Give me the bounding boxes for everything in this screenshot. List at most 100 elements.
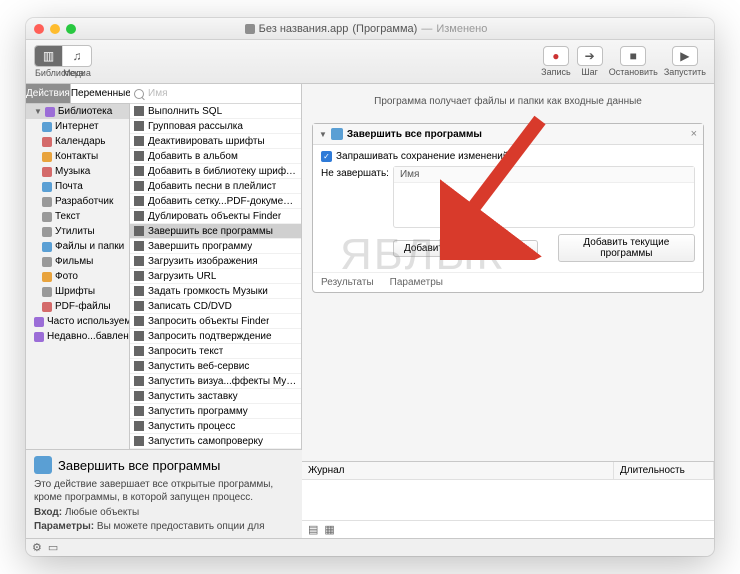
document-type: (Программа) xyxy=(352,23,417,35)
search-icon xyxy=(134,89,144,99)
automator-window: Без названия.app (Программа) — Изменено … xyxy=(26,18,714,556)
action-item[interactable]: Запросить текст xyxy=(130,344,301,359)
action-item[interactable]: Выполнить SQL xyxy=(130,104,301,119)
library-category[interactable]: Музыка xyxy=(26,164,129,179)
exclude-apps-table[interactable]: Имя xyxy=(393,166,695,228)
description-panel: Завершить все программы Это действие зав… xyxy=(26,449,302,538)
action-item[interactable]: Запустить самопроверку xyxy=(130,434,301,449)
record-button[interactable]: ● xyxy=(543,46,569,66)
library-category[interactable]: Фильмы xyxy=(26,254,129,269)
action-item[interactable]: Добавить в библиотеку шрифтов xyxy=(130,164,301,179)
library-category[interactable]: Интернет xyxy=(26,119,129,134)
media-view-button[interactable]: ♫ xyxy=(63,46,91,66)
log-panel: Журнал Длительность ▤ ▦ xyxy=(302,461,714,538)
action-item[interactable]: Запустить процесс xyxy=(130,419,301,434)
library-category[interactable]: Календарь xyxy=(26,134,129,149)
close-window-button[interactable] xyxy=(34,24,44,34)
action-icon xyxy=(134,241,144,251)
library-category[interactable]: Утилиты xyxy=(26,224,129,239)
search-input[interactable]: Имя xyxy=(148,88,167,99)
library-root[interactable]: ▼Библиотека xyxy=(26,104,129,119)
library-category[interactable]: Текст xyxy=(26,209,129,224)
stop-button[interactable]: ■ xyxy=(620,46,646,66)
library-category[interactable]: Файлы и папки xyxy=(26,239,129,254)
zoom-window-button[interactable] xyxy=(66,24,76,34)
action-icon xyxy=(134,196,144,206)
add-button[interactable]: Добавить... xyxy=(393,240,468,257)
action-icon xyxy=(134,406,144,416)
log-col-duration: Длительность xyxy=(614,462,714,479)
action-item[interactable]: Добавить в альбом xyxy=(130,149,301,164)
action-icon xyxy=(134,331,144,341)
action-icon xyxy=(134,316,144,326)
tab-parameters[interactable]: Параметры xyxy=(390,277,443,288)
add-current-apps-button[interactable]: Добавить текущие программы xyxy=(558,234,695,262)
log-col-journal: Журнал xyxy=(302,462,614,479)
log-view-icon[interactable]: ▦ xyxy=(324,523,334,536)
document-name: Без названия.app xyxy=(259,23,349,35)
library-category[interactable]: Фото xyxy=(26,269,129,284)
action-item[interactable]: Добавить сетку...PDF-документам xyxy=(130,194,301,209)
action-icon xyxy=(134,226,144,236)
workflow-input-info: Программа получает файлы и папки как вхо… xyxy=(302,84,714,119)
action-card-title: Завершить все программы xyxy=(347,129,687,140)
document-status: Изменено xyxy=(436,23,487,35)
smart-folder-recent-used[interactable]: Часто используемые xyxy=(26,314,129,329)
action-icon xyxy=(134,391,144,401)
action-item[interactable]: Запустить программу xyxy=(130,404,301,419)
action-item[interactable]: Задать громкость Музыки xyxy=(130,284,301,299)
action-item[interactable]: Записать CD/DVD xyxy=(130,299,301,314)
table-header-name: Имя xyxy=(394,167,694,183)
action-item[interactable]: Запустить визуа...ффекты Музыки xyxy=(130,374,301,389)
action-card-quit-all: ▼ Завершить все программы × ✓ Запрашиват… xyxy=(312,123,704,293)
library-category[interactable]: Разработчик xyxy=(26,194,129,209)
description-text: Это действие завершает все открытые прог… xyxy=(34,478,294,504)
action-item[interactable]: Добавить песни в плейлист xyxy=(130,179,301,194)
action-item[interactable]: Запросить подтверждение xyxy=(130,329,301,344)
remove-action-button[interactable]: × xyxy=(691,128,697,140)
action-icon xyxy=(134,301,144,311)
library-category[interactable]: Почта xyxy=(26,179,129,194)
action-icon xyxy=(134,151,144,161)
toolbar-label: Библиотека xyxy=(35,68,63,78)
run-button[interactable]: ▶ xyxy=(672,46,698,66)
minimize-window-button[interactable] xyxy=(50,24,60,34)
action-icon xyxy=(134,121,144,131)
action-icon xyxy=(134,166,144,176)
action-icon xyxy=(134,346,144,356)
action-icon xyxy=(134,181,144,191)
action-item[interactable]: Запросить объекты Finder xyxy=(130,314,301,329)
step-button[interactable]: ➔ xyxy=(577,46,603,66)
action-item[interactable]: Загрузить URL xyxy=(130,269,301,284)
action-item[interactable]: Групповая рассылка xyxy=(130,119,301,134)
dont-quit-label: Не завершать: xyxy=(321,166,389,179)
ask-save-checkbox[interactable]: ✓ xyxy=(321,151,332,162)
library-view-button[interactable]: ▥ xyxy=(35,46,63,66)
action-item[interactable]: Запустить веб-сервис xyxy=(130,359,301,374)
action-icon xyxy=(134,286,144,296)
library-category[interactable]: Контакты xyxy=(26,149,129,164)
gear-icon[interactable]: ⚙ xyxy=(32,541,42,554)
action-item[interactable]: Загрузить изображения xyxy=(130,254,301,269)
log-view-icon[interactable]: ▤ xyxy=(308,523,318,536)
action-item[interactable]: Деактивировать шрифты xyxy=(130,134,301,149)
delete-button[interactable]: Удалить xyxy=(478,240,538,257)
tab-actions[interactable]: Действия xyxy=(26,84,71,104)
panel-toggle-icon[interactable]: ▭ xyxy=(48,541,58,554)
action-icon xyxy=(331,128,343,140)
action-item[interactable]: Дублировать объекты Finder xyxy=(130,209,301,224)
library-category[interactable]: PDF-файлы xyxy=(26,299,129,314)
tab-results[interactable]: Результаты xyxy=(321,277,374,288)
disclosure-triangle-icon[interactable]: ▼ xyxy=(319,130,327,139)
toolbar: ▥ ♫ Библиотека Медиа ●Запись ➔Шаг ■Остан… xyxy=(26,40,714,84)
library-category[interactable]: Шрифты xyxy=(26,284,129,299)
action-item[interactable]: Запустить заставку xyxy=(130,389,301,404)
action-item[interactable]: Завершить все программы xyxy=(130,224,301,239)
action-item[interactable]: Завершить программу xyxy=(130,239,301,254)
tab-variables[interactable]: Переменные xyxy=(71,84,132,104)
action-icon xyxy=(134,211,144,221)
window-controls xyxy=(34,24,76,34)
action-icon xyxy=(134,361,144,371)
smart-folder-recent-added[interactable]: Недавно...бавленные xyxy=(26,329,129,344)
action-icon xyxy=(134,106,144,116)
